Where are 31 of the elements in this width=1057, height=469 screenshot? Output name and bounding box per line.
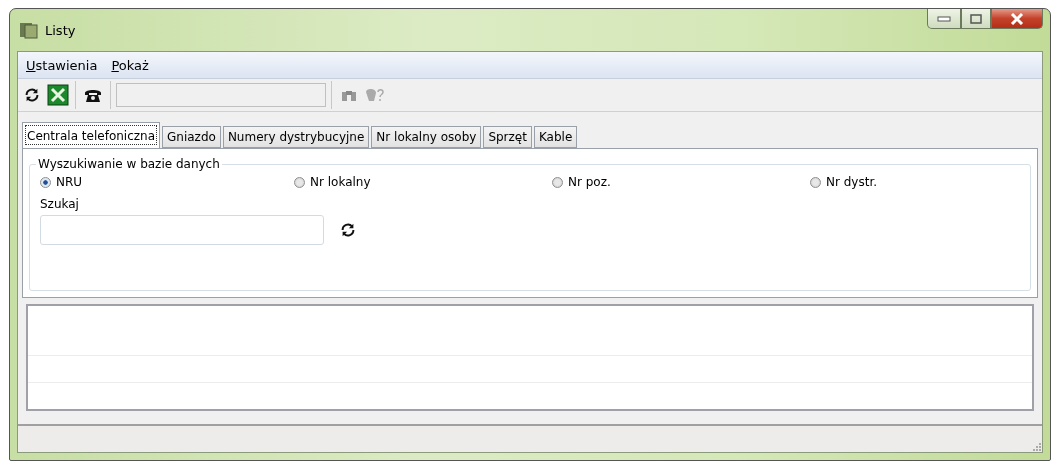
- app-icon: [19, 21, 39, 39]
- search-field[interactable]: [40, 215, 324, 245]
- radio-option[interactable]: Nr lokalny: [294, 175, 552, 189]
- tab[interactable]: Sprzęt: [483, 126, 532, 148]
- minimize-button[interactable]: [927, 9, 961, 29]
- close-button[interactable]: [991, 9, 1043, 29]
- toolbar-field[interactable]: [116, 83, 326, 107]
- menu-item[interactable]: Pokaż: [107, 55, 153, 75]
- window-title: Listy: [45, 22, 76, 38]
- spreadsheet-icon: [47, 84, 69, 106]
- maximize-button[interactable]: [961, 9, 991, 29]
- tab[interactable]: Centrala telefoniczna: [22, 122, 161, 148]
- tab[interactable]: Numery dystrybucyjne: [222, 126, 370, 148]
- excel-button[interactable]: [46, 82, 70, 108]
- minimize-icon: [937, 15, 951, 22]
- binoculars-icon: [341, 88, 357, 102]
- close-icon: [1010, 12, 1024, 25]
- menu-item[interactable]: Ustawienia: [22, 55, 102, 75]
- group-title: Wyszukiwanie w bazie danych: [37, 157, 221, 171]
- radio-option[interactable]: Nr dystr.: [810, 175, 1020, 189]
- tab[interactable]: Kable: [533, 126, 578, 148]
- field-label: Szukaj: [40, 197, 80, 211]
- phone-icon: [84, 87, 102, 103]
- tab[interactable]: Nr lokalny osoby: [371, 126, 482, 148]
- refresh-icon: [23, 86, 41, 104]
- tab[interactable]: Gniazdo: [162, 126, 221, 148]
- radio-option[interactable]: NRU: [40, 175, 294, 189]
- help-icon: [364, 86, 386, 104]
- maximize-icon: [970, 13, 982, 24]
- radio-option[interactable]: Nr poz.: [552, 175, 810, 189]
- refresh-icon: [339, 221, 357, 239]
